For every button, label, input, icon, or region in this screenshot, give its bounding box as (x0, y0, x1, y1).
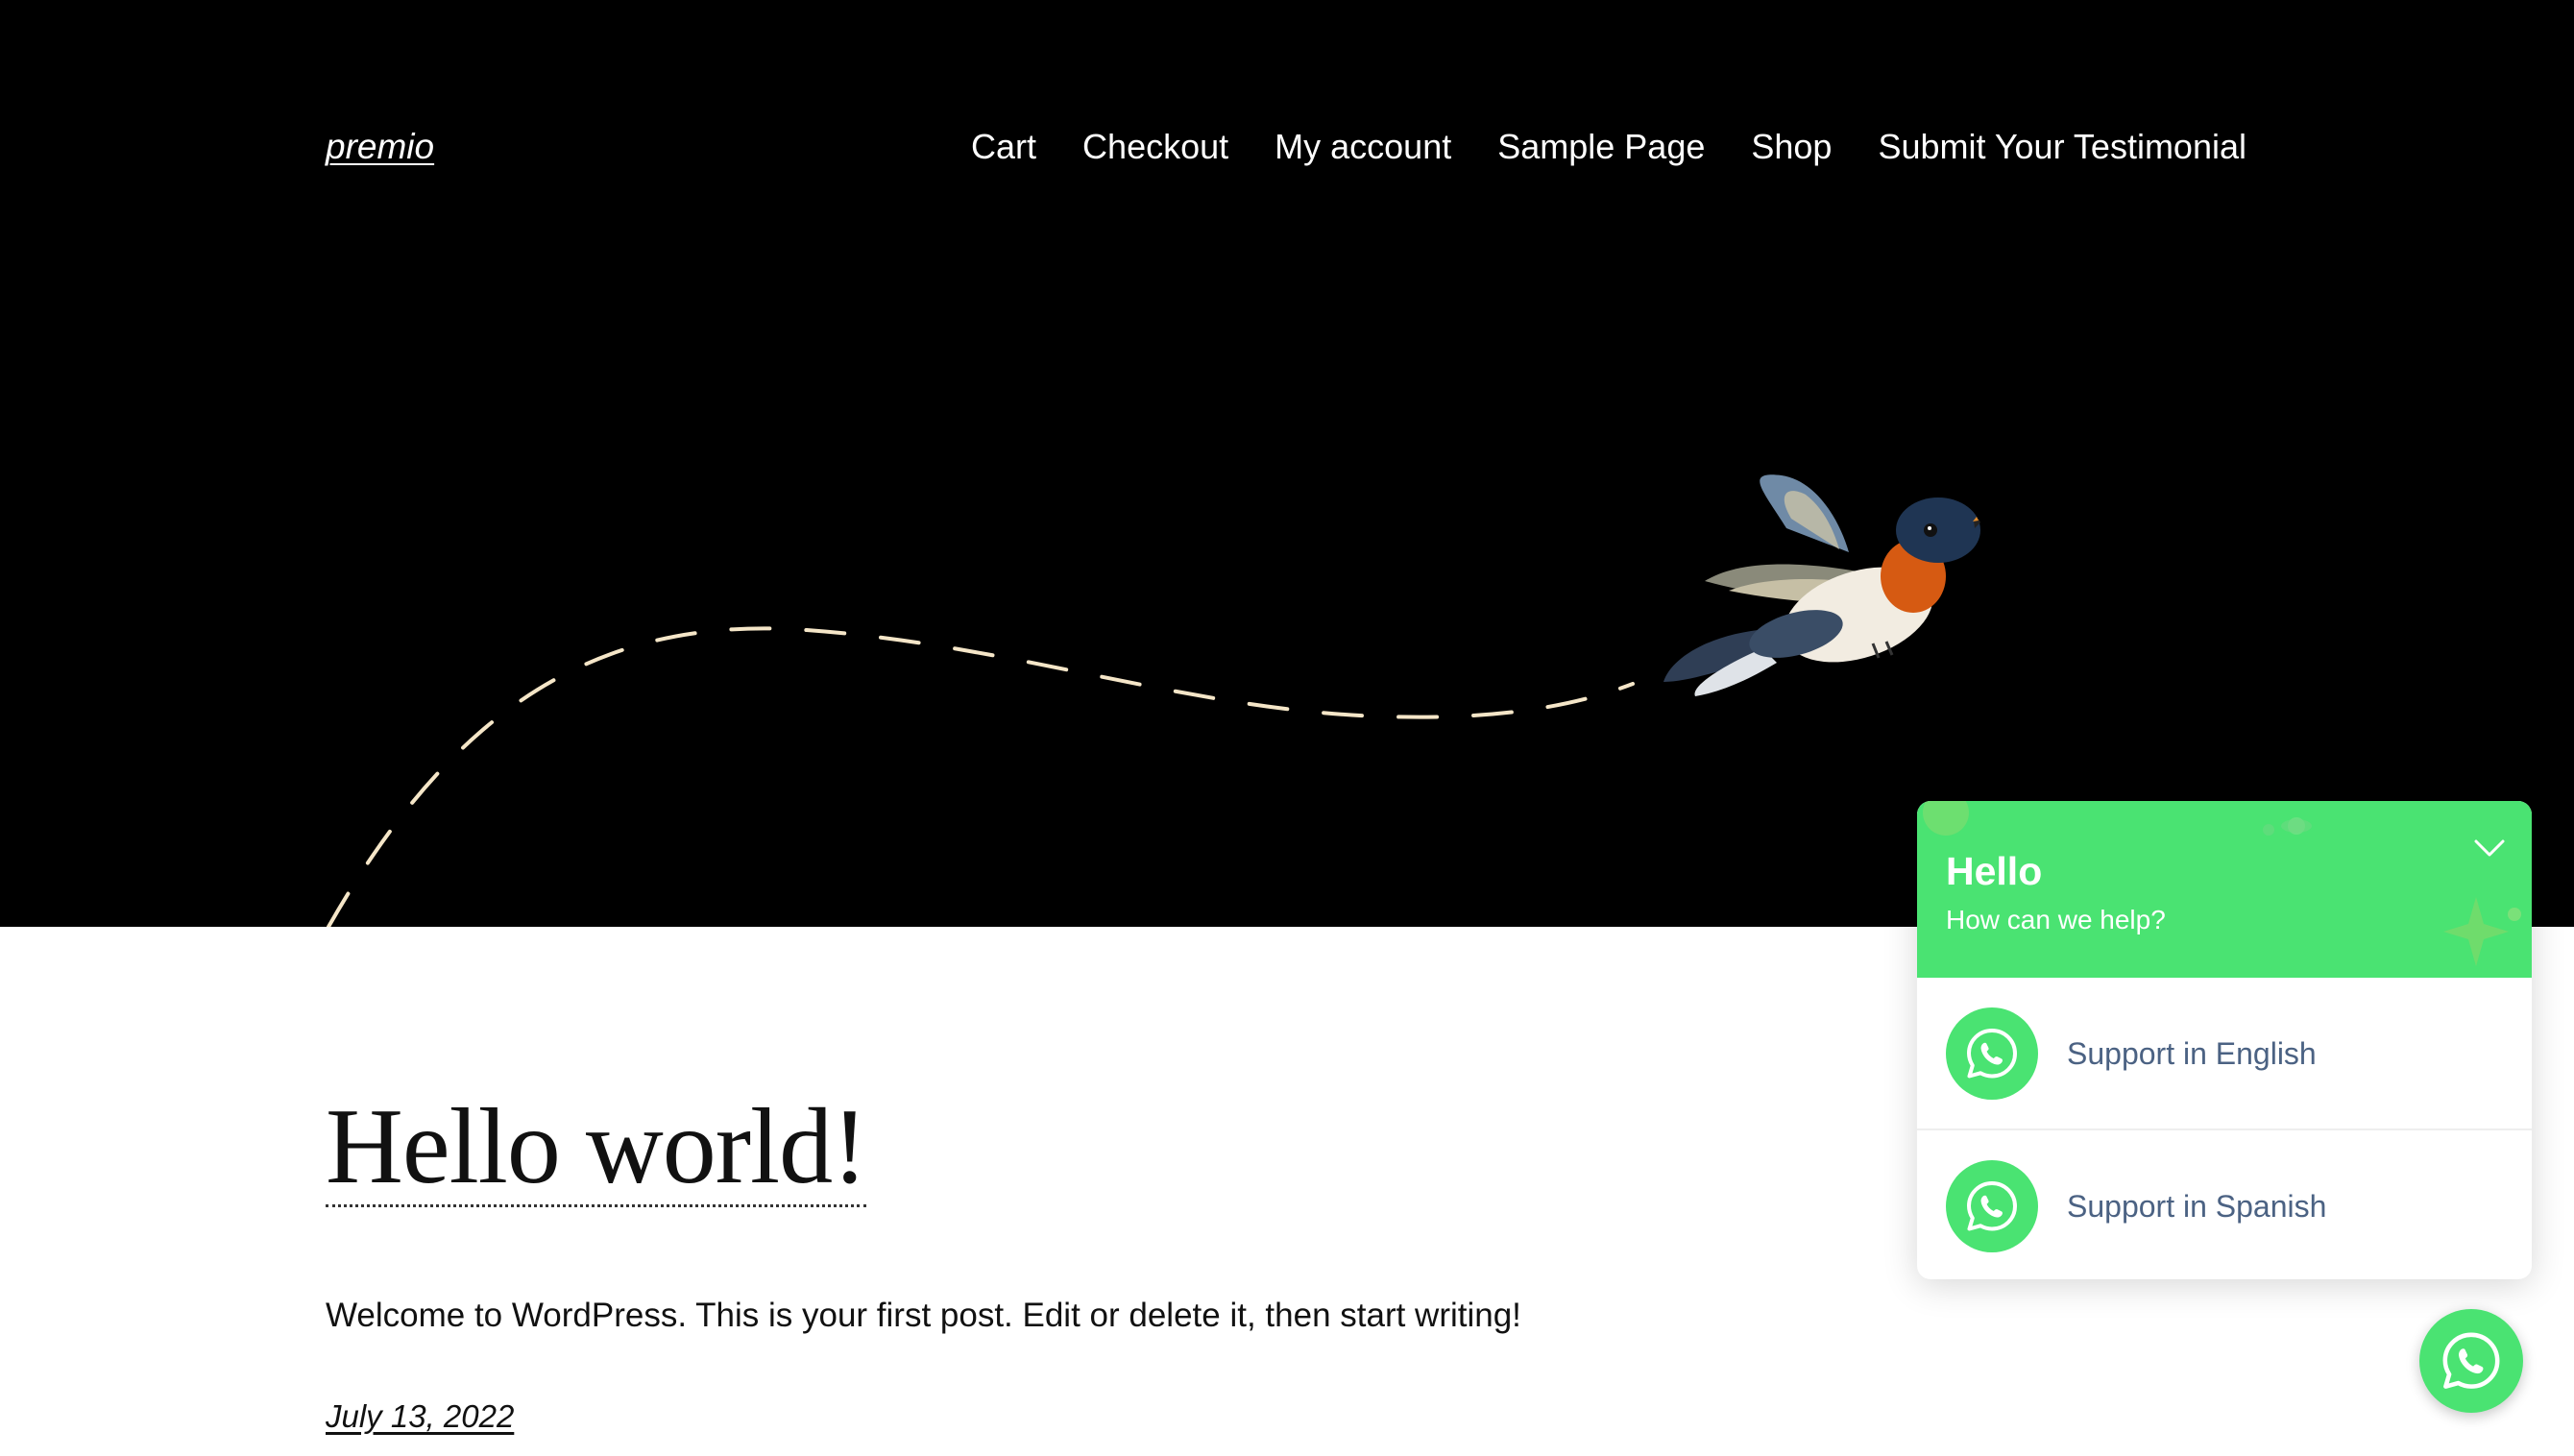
agent-support-english[interactable]: Support in English (1917, 978, 2532, 1129)
post-date-link[interactable]: July 13, 2022 (326, 1398, 514, 1435)
site-title-link[interactable]: premio (326, 127, 434, 167)
whatsapp-icon (1946, 1160, 2038, 1252)
nav-item-cart[interactable]: Cart (971, 127, 1036, 167)
whatsapp-icon (1946, 1007, 2038, 1100)
chevron-down-icon[interactable] (2468, 826, 2511, 868)
hummingbird (1663, 474, 1980, 696)
chat-greeting: Hello (1946, 849, 2043, 893)
agent-label: Support in Spanish (2067, 1188, 2327, 1224)
agent-support-spanish[interactable]: Support in Spanish (1917, 1130, 2532, 1279)
chat-widget-panel: Hello How can we help? Support in Englis… (1917, 801, 2532, 1279)
page: premio Cart Checkout My account Sample P… (0, 0, 2574, 1456)
chat-subtitle: How can we help? (1946, 905, 2166, 934)
nav-item-my-account[interactable]: My account (1275, 127, 1451, 167)
whatsapp-icon (2442, 1332, 2500, 1389)
post-title-link[interactable]: Hello world! (326, 1093, 867, 1207)
nav-item-sample-page[interactable]: Sample Page (1497, 127, 1705, 167)
dashed-flight-path (327, 626, 1635, 927)
primary-nav: Cart Checkout My account Sample Page Sho… (971, 127, 2246, 167)
nav-item-submit-testimonial[interactable]: Submit Your Testimonial (1878, 127, 2246, 167)
post-excerpt: Welcome to WordPress. This is your first… (326, 1297, 1521, 1334)
nav-item-shop[interactable]: Shop (1751, 127, 1832, 167)
chat-widget-header: Hello How can we help? (1917, 801, 2532, 978)
nav-item-checkout[interactable]: Checkout (1082, 127, 1228, 167)
agent-label: Support in English (2067, 1035, 2317, 1071)
whatsapp-chat-button[interactable] (2419, 1309, 2523, 1413)
site-header: premio Cart Checkout My account Sample P… (0, 0, 2574, 927)
